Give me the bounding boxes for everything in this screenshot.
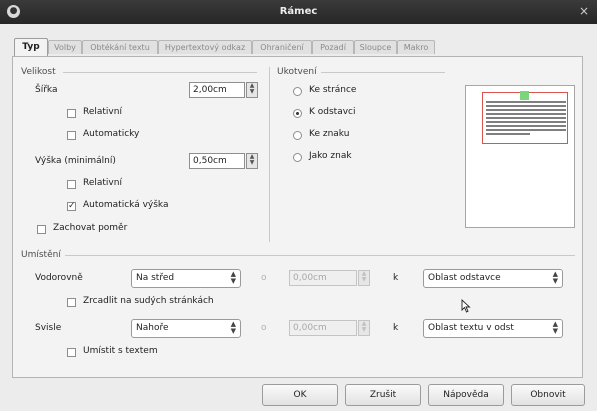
vertical-to-combo[interactable]: Oblast textu v odst ▲ ▼	[423, 319, 563, 338]
relative-width-label: Relativní	[83, 107, 122, 117]
cancel-button[interactable]: Zrušit	[345, 384, 421, 406]
anchor-page-radio[interactable]	[293, 87, 302, 96]
auto-height-checkbox[interactable]: ✓	[67, 202, 76, 211]
tab-hyperlink[interactable]: Hypertextový odkaz	[158, 40, 252, 54]
preview-anchor-marker	[520, 91, 529, 100]
vertical-to-label: k	[393, 323, 399, 333]
anchor-paragraph-radio[interactable]	[293, 109, 302, 118]
preview-line	[486, 101, 566, 103]
height-input[interactable]: 0,50cm	[189, 153, 245, 169]
vertical-label: Svisle	[35, 323, 62, 333]
chevron-updown-icon: ▲ ▼	[230, 320, 236, 335]
width-input[interactable]: 2,00cm	[189, 82, 245, 98]
size-divider	[63, 72, 257, 73]
vertical-combo-value: Nahoře	[136, 323, 169, 333]
height-label: Výška (minimální)	[35, 156, 116, 166]
anchor-char-radio[interactable]	[293, 131, 302, 140]
preview-line	[486, 125, 566, 127]
tab-columns[interactable]: Sloupce	[354, 40, 397, 54]
vertical-by-label: o	[261, 323, 267, 333]
anchor-as-char-label: Jako znak	[309, 151, 352, 161]
automatic-width-checkbox[interactable]	[67, 131, 76, 140]
mouse-pointer-icon	[461, 299, 471, 313]
chevron-updown-icon: ▲ ▼	[230, 270, 236, 285]
keep-ratio-label: Zachovat poměr	[53, 223, 128, 233]
chevron-updown-icon: ▲ ▼	[552, 270, 558, 285]
help-button[interactable]: Nápověda	[428, 384, 504, 406]
keep-ratio-checkbox[interactable]	[37, 225, 46, 234]
horizontal-by-label: o	[261, 273, 267, 283]
preview-line	[486, 121, 566, 123]
automatic-width-label: Automaticky	[83, 129, 140, 139]
keep-in-text-label: Umístit s textem	[83, 346, 158, 356]
tab-macro[interactable]: Makro	[397, 40, 435, 54]
anchor-as-char-radio[interactable]	[293, 153, 302, 162]
horizontal-combo[interactable]: Na střed ▲ ▼	[131, 269, 241, 288]
anchor-page-label: Ke stránce	[309, 85, 357, 95]
relative-height-checkbox[interactable]	[67, 180, 76, 189]
tab-type[interactable]: Typ	[14, 38, 48, 56]
keep-in-text-checkbox[interactable]	[67, 348, 76, 357]
tab-borders[interactable]: Ohraničení	[252, 40, 312, 54]
vertical-to-value: Oblast textu v odst	[428, 323, 514, 333]
window-title: Rámec	[279, 6, 318, 17]
relative-height-label: Relativní	[83, 178, 122, 188]
ok-button[interactable]: OK	[262, 384, 338, 406]
anchor-paragraph-label: K odstavci	[309, 107, 356, 117]
auto-height-label: Automatická výška	[83, 200, 169, 210]
preview-line	[486, 117, 566, 119]
width-spinner[interactable]: ▲ ▼	[246, 82, 258, 98]
preview-line	[486, 113, 566, 115]
title-bar: ● Rámec ×	[0, 0, 597, 24]
horizontal-to-label: k	[393, 273, 399, 283]
horizontal-by-spinner[interactable]: ▲ ▼	[358, 270, 370, 286]
relative-width-checkbox[interactable]	[67, 109, 76, 118]
vertical-by-spinner[interactable]: ▲ ▼	[358, 320, 370, 336]
height-spinner[interactable]: ▲ ▼	[246, 153, 258, 169]
mirror-checkbox[interactable]	[67, 298, 76, 307]
reset-button[interactable]: Obnovit	[511, 384, 585, 406]
anchor-section-label: Ukotvení	[277, 67, 317, 77]
anchor-char-label: Ke znaku	[309, 129, 350, 139]
frame-dialog: Typ Volby Obtékání textu Hypertextový od…	[0, 24, 597, 411]
chevron-updown-icon: ▲ ▼	[552, 320, 558, 335]
width-label: Šířka	[35, 85, 58, 95]
horizontal-to-combo[interactable]: Oblast odstavce ▲ ▼	[423, 269, 563, 288]
vertical-combo[interactable]: Nahoře ▲ ▼	[131, 319, 241, 338]
size-section-label: Velikost	[21, 67, 56, 77]
frame-preview	[465, 85, 575, 228]
horizontal-label: Vodorovně	[35, 273, 83, 283]
preview-line	[486, 105, 566, 107]
anchor-divider	[321, 72, 445, 73]
preview-line	[486, 133, 530, 135]
type-panel: Velikost Šířka 2,00cm ▲ ▼ Relativní Autom…	[12, 56, 583, 378]
mirror-label: Zrcadlit na sudých stránkách	[83, 296, 214, 306]
position-divider	[65, 255, 575, 256]
preview-line	[486, 109, 566, 111]
vertical-by-input[interactable]: 0,00cm	[289, 320, 357, 336]
horizontal-to-value: Oblast odstavce	[428, 273, 501, 283]
tab-options[interactable]: Volby	[48, 40, 82, 54]
position-section-label: Umístění	[21, 250, 61, 260]
preview-line	[486, 129, 566, 131]
horizontal-by-input[interactable]: 0,00cm	[289, 270, 357, 286]
close-icon[interactable]: ×	[579, 4, 589, 18]
column-divider	[269, 67, 270, 242]
tab-background[interactable]: Pozadí	[312, 40, 354, 54]
horizontal-combo-value: Na střed	[136, 273, 175, 283]
tab-wrap[interactable]: Obtékání textu	[82, 40, 158, 54]
